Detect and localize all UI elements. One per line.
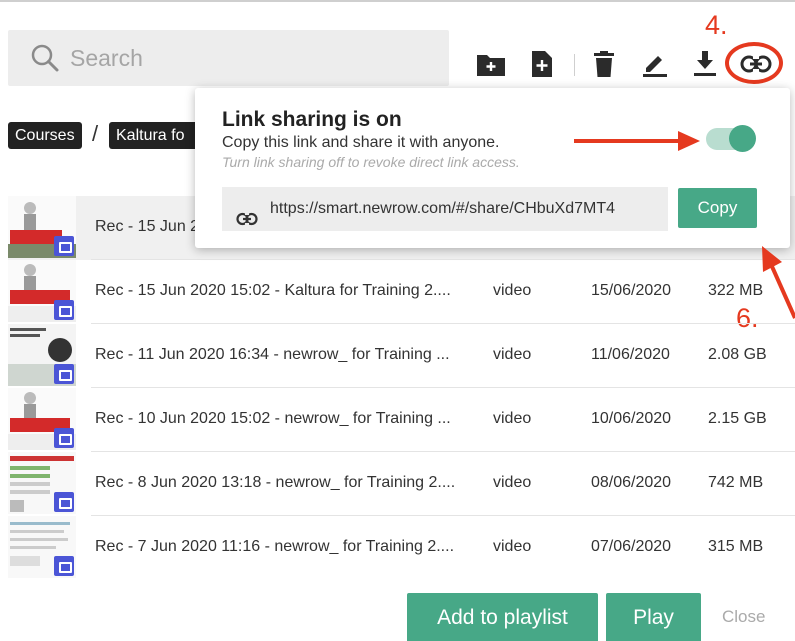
share-link-text: https://smart.newrow.com/#/share/CHbuXd7… <box>270 200 616 217</box>
breadcrumb-item-kaltura[interactable]: Kaltura fo <box>109 122 199 149</box>
row-size: 2.15 GB <box>708 410 767 427</box>
table-row[interactable]: Rec - 10 Jun 2020 15:02 - newrow_ for Tr… <box>8 388 795 452</box>
row-type: video <box>493 474 532 491</box>
video-thumbnail <box>8 260 76 322</box>
toggle-knob <box>729 125 756 152</box>
row-name: Rec - 8 Jun 2020 13:18 - newrow_ for Tra… <box>95 474 456 491</box>
video-badge-icon <box>54 556 74 576</box>
row-date: 07/06/2020 <box>591 538 672 555</box>
popup-description: Copy this link and share it with anyone. <box>222 134 500 151</box>
play-button[interactable]: Play <box>606 593 701 641</box>
close-button[interactable]: Close <box>722 607 765 627</box>
new-file-icon[interactable] <box>525 44 559 84</box>
share-link-field[interactable]: https://smart.newrow.com/#/share/CHbuXd7… <box>222 187 668 231</box>
row-date: 11/06/2020 <box>591 346 670 363</box>
search-input[interactable] <box>70 44 370 72</box>
link-sharing-toggle[interactable] <box>706 125 756 152</box>
video-badge-icon <box>54 364 74 384</box>
video-thumbnail <box>8 196 76 258</box>
search-icon <box>30 43 60 73</box>
row-date: 08/06/2020 <box>591 474 672 491</box>
video-thumbnail <box>8 324 76 386</box>
row-size: 742 MB <box>708 474 764 491</box>
link-icon <box>236 200 258 231</box>
edit-icon[interactable] <box>638 44 672 84</box>
link-sharing-popup: Link sharing is on Copy this link and sh… <box>195 88 790 248</box>
video-thumbnail <box>8 388 76 450</box>
row-name: Rec - 15 Jun 2020 15:02 - Kaltura for Tr… <box>95 282 451 299</box>
copy-link-button[interactable]: Copy <box>678 188 757 228</box>
row-type: video <box>493 410 532 427</box>
breadcrumb-item-courses[interactable]: Courses <box>8 122 82 149</box>
table-row[interactable]: Rec - 15 Jun 2020 15:02 - Kaltura for Tr… <box>8 260 795 324</box>
video-badge-icon <box>54 428 74 448</box>
row-date: 15/06/2020 <box>591 282 672 299</box>
row-name: Rec - 7 Jun 2020 11:16 - newrow_ for Tra… <box>95 538 455 555</box>
popup-hint: Turn link sharing off to revoke direct l… <box>222 154 520 170</box>
download-icon[interactable] <box>688 44 722 84</box>
table-row[interactable]: Rec - 8 Jun 2020 13:18 - newrow_ for Tra… <box>8 452 795 516</box>
row-type: video <box>493 282 532 299</box>
row-size: 322 MB <box>708 282 764 299</box>
video-badge-icon <box>54 492 74 512</box>
add-to-playlist-button[interactable]: Add to playlist <box>407 593 598 641</box>
breadcrumb-separator: / <box>92 121 99 146</box>
row-type: video <box>493 346 532 363</box>
row-name: Rec - 10 Jun 2020 15:02 - newrow_ for Tr… <box>95 410 451 427</box>
video-badge-icon <box>54 300 74 320</box>
top-divider <box>0 0 795 2</box>
annotation-ring <box>725 42 783 84</box>
search-bar[interactable] <box>8 30 449 86</box>
video-thumbnail <box>8 452 76 514</box>
table-row[interactable]: Rec - 11 Jun 2020 16:34 - newrow_ for Tr… <box>8 324 795 388</box>
row-size: 2.08 GB <box>708 346 767 363</box>
new-folder-icon[interactable] <box>474 44 508 84</box>
toolbar-separator <box>574 54 575 76</box>
popup-title: Link sharing is on <box>222 108 402 131</box>
video-thumbnail <box>8 516 76 578</box>
row-name: Rec - 11 Jun 2020 16:34 - newrow_ for Tr… <box>95 346 450 363</box>
row-date: 10/06/2020 <box>591 410 672 427</box>
row-size: 315 MB <box>708 538 764 555</box>
row-type: video <box>493 538 532 555</box>
annotation-step-4: 4. <box>705 10 728 40</box>
video-badge-icon <box>54 236 74 256</box>
trash-icon[interactable] <box>587 44 621 84</box>
table-row[interactable]: Rec - 7 Jun 2020 11:16 - newrow_ for Tra… <box>8 516 795 580</box>
